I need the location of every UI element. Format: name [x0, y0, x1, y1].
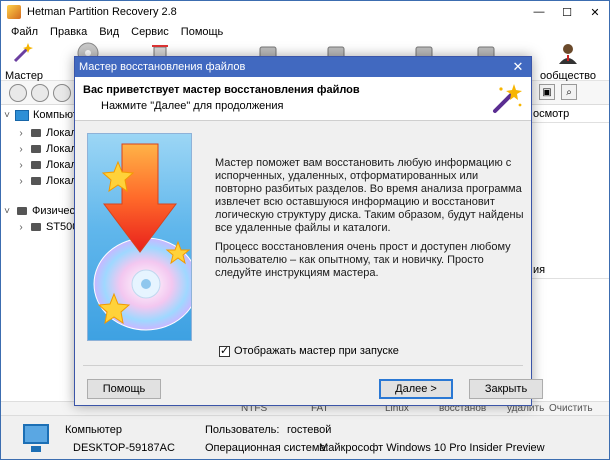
dialog-header-subtitle: Нажмите "Далее" для продолжения — [101, 100, 284, 112]
maximize-button[interactable]: ☐ — [553, 1, 581, 23]
app-logo-icon — [7, 5, 21, 19]
menu-file[interactable]: Файл — [5, 26, 44, 38]
tree-item-local-4[interactable]: › Локал — [15, 173, 77, 189]
wizard-dialog: Мастер восстановления файлов ✕ Вас приве… — [74, 56, 543, 406]
drive-icon — [31, 129, 41, 137]
collapse-icon[interactable]: ˅ — [1, 206, 13, 217]
tree-item-st500[interactable]: › ST500 — [15, 219, 78, 235]
tree-item-label: Компьют — [33, 109, 78, 121]
menu-edit[interactable]: Правка — [44, 26, 93, 38]
forward-button[interactable] — [31, 84, 49, 102]
menu-service[interactable]: Сервис — [125, 26, 175, 38]
drive-icon — [31, 223, 41, 231]
tree-item-computer[interactable]: ˅ Компьют — [1, 107, 78, 123]
tree-item-local-1[interactable]: › Локал — [15, 125, 77, 141]
window-title: Hetman Partition Recovery 2.8 — [27, 6, 177, 18]
expand-icon[interactable]: › — [15, 222, 27, 233]
computer-label: Компьютер — [65, 424, 122, 436]
tree-item-label: Локал — [46, 127, 77, 139]
expand-icon[interactable]: › — [15, 128, 27, 139]
dialog-separator — [83, 365, 523, 366]
magic-wand-icon — [13, 43, 33, 63]
dialog-close-button[interactable]: ✕ — [511, 57, 525, 77]
monitor-icon — [23, 424, 49, 452]
minimize-button[interactable]: — — [525, 1, 553, 23]
expand-icon[interactable]: › — [15, 160, 27, 171]
preview-panel: ▣ ⌕ осмотр ия — [531, 84, 609, 401]
info-header: ия — [531, 261, 609, 279]
computer-icon — [15, 109, 29, 121]
user-icon — [559, 44, 577, 64]
tree-item-label: Локал — [46, 159, 77, 171]
preview-header: осмотр — [531, 105, 609, 123]
search-icon[interactable]: ⌕ — [561, 84, 577, 100]
os-label: Операционная система: — [205, 442, 329, 454]
back-button[interactable] — [9, 84, 27, 102]
tree-item-label: Локал — [46, 175, 77, 187]
expand-icon[interactable]: › — [15, 144, 27, 155]
panel-icons: ▣ ⌕ — [539, 84, 577, 100]
community-tool-button[interactable]: ообщество — [529, 41, 607, 82]
close-button[interactable]: ✕ — [581, 1, 609, 23]
wizard-description: Мастер поможет вам восстановить любую ин… — [215, 157, 525, 280]
wizard-paragraph-2: Процесс восстановления очень прост и дос… — [215, 241, 511, 279]
next-button[interactable]: Далее > — [379, 379, 453, 399]
menu-view[interactable]: Вид — [93, 26, 125, 38]
computer-name: DESKTOP-59187AC — [73, 442, 175, 454]
user-value: гостевой — [287, 424, 332, 436]
show-wizard-checkbox-row[interactable]: Отображать мастер при запуске — [219, 344, 399, 357]
tree-item-physical[interactable]: ˅ Физичес — [1, 203, 75, 219]
expand-icon[interactable]: › — [15, 176, 27, 187]
collapse-icon[interactable]: ˅ — [1, 110, 13, 121]
dialog-header-title: Вас приветствует мастер восстановления ф… — [83, 84, 360, 96]
menu-bar: Файл Правка Вид Сервис Помощь — [1, 23, 609, 41]
tree-item-label: Локал — [46, 143, 77, 155]
close-dialog-button[interactable]: Закрыть — [469, 379, 543, 399]
wizard-tool-button[interactable]: Мастер — [5, 41, 43, 82]
window-controls: — ☐ ✕ — [525, 1, 609, 23]
up-button[interactable] — [53, 84, 71, 102]
tree-item-local-3[interactable]: › Локал — [15, 157, 77, 173]
save-icon[interactable]: ▣ — [539, 84, 555, 100]
show-wizard-checkbox[interactable] — [219, 344, 230, 357]
tree-item-local-2[interactable]: › Локал — [15, 141, 77, 157]
menu-help[interactable]: Помощь — [175, 26, 230, 38]
wizard-illustration — [87, 133, 192, 341]
drive-icon — [31, 161, 41, 169]
wizard-paragraph-1: Мастер поможет вам восстановить любую ин… — [215, 157, 524, 234]
drive-tree: ˅ Компьют › Локал › Локал › Локал › Лока… — [1, 105, 78, 401]
dialog-title: Мастер восстановления файлов — [79, 61, 246, 73]
drive-icon — [31, 145, 41, 153]
os-value: Майкрософт Windows 10 Pro Insider Previe… — [319, 442, 545, 454]
drive-icon — [17, 207, 27, 215]
window-titlebar[interactable]: Hetman Partition Recovery 2.8 — ☐ ✕ — [1, 1, 609, 23]
magic-wand-icon — [493, 84, 522, 113]
show-wizard-label[interactable]: Отображать мастер при запуске — [234, 345, 399, 357]
user-label: Пользователь: — [205, 424, 280, 436]
tree-item-label: Физичес — [32, 205, 76, 217]
help-button[interactable]: Помощь — [87, 379, 161, 399]
dialog-header: Вас приветствует мастер восстановления ф… — [75, 77, 531, 121]
dialog-titlebar[interactable]: Мастер восстановления файлов ✕ — [75, 57, 531, 77]
disc-recovery-illustration — [93, 143, 191, 331]
status-bar: Компьютер DESKTOP-59187AC Пользователь: … — [1, 415, 609, 459]
drive-icon — [31, 177, 41, 185]
